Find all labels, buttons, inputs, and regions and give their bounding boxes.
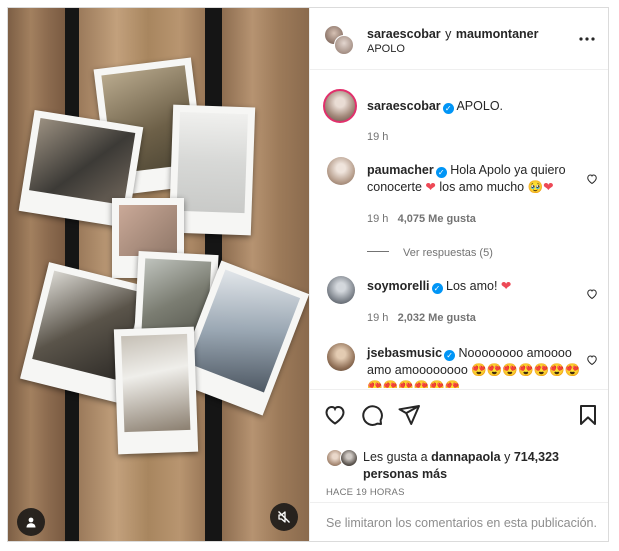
comment-username[interactable]: jsebasmusic <box>367 346 442 360</box>
share-button[interactable] <box>397 403 421 427</box>
likes-summary: Les gusta a dannapaola y 714,323 persona… <box>363 449 598 483</box>
likes-prefix: Les gusta a <box>363 450 428 464</box>
verified-badge-icon: ✓ <box>431 283 443 294</box>
comment-username[interactable]: paumacher <box>367 163 434 177</box>
comment-like-button[interactable] <box>586 172 598 185</box>
comment-body: Los amo! <box>446 279 498 293</box>
more-options-button[interactable] <box>578 32 596 44</box>
red-heart-emoji: ❤ <box>425 180 436 194</box>
heart-icon <box>587 174 597 185</box>
heart-icon <box>587 289 597 300</box>
comment-text: jsebasmusic ✓ Noooooooo amoooo amo amoooo… <box>367 345 585 388</box>
send-icon <box>398 405 420 425</box>
view-replies-button[interactable]: Ver respuestas (5) <box>367 243 493 261</box>
post-header: saraescobar y maumontaner APOLO <box>310 8 608 70</box>
bookmark-icon <box>580 405 596 425</box>
comment-time: 19 h <box>367 312 389 324</box>
verified-badge-icon: ✓ <box>442 103 454 114</box>
more-horizontal-icon <box>579 37 595 41</box>
verified-badge-icon: ✓ <box>444 350 456 361</box>
comment-text: paumacher ✓ Hola Apolo ya quiero conocert… <box>367 162 585 196</box>
header-authors: saraescobar y maumontaner <box>367 25 538 43</box>
comment-username[interactable]: soymorelli <box>367 279 430 293</box>
caption-text: saraescobar ✓ APOLO. <box>367 98 585 115</box>
comment-username[interactable]: saraescobar <box>367 99 441 113</box>
instagram-post: saraescobar y maumontaner APOLO saraesco… <box>7 7 609 542</box>
caption-body: APOLO. <box>456 99 504 113</box>
comment-time: 19 h <box>367 213 389 225</box>
comment-item: soymorelli ✓ Los amo! ❤ 19 h 2,032 Me gus… <box>323 274 598 330</box>
heart-icon <box>587 355 597 366</box>
comment-text: soymorelli ✓ Los amo! ❤ <box>367 278 585 295</box>
author-connector: y <box>445 27 452 41</box>
red-heart-emoji: ❤ <box>543 180 554 194</box>
mute-button[interactable] <box>270 503 298 531</box>
avatar[interactable] <box>327 157 355 185</box>
post-audio-label[interactable]: APOLO <box>367 43 405 55</box>
caption-time: 19 h <box>367 131 389 143</box>
comment-button[interactable] <box>360 403 384 427</box>
comment-item: jsebasmusic ✓ Noooooooo amoooo amo amoooo… <box>323 343 598 388</box>
author-username[interactable]: saraescobar <box>367 27 441 41</box>
avatar[interactable] <box>334 35 354 55</box>
comment-likes[interactable]: 4,075 Me gusta <box>398 213 476 225</box>
verified-badge-icon: ✓ <box>435 167 447 178</box>
comment-likes[interactable]: 2,032 Me gusta <box>398 312 476 324</box>
likes-user[interactable]: dannapaola <box>431 450 500 464</box>
like-button[interactable] <box>323 403 347 427</box>
comment-meta: 19 h 4,075 Me gusta <box>367 213 476 225</box>
save-button[interactable] <box>576 403 600 427</box>
comments-list: saraescobar ✓ APOLO. 19 h paumacher ✓ Hola… <box>310 71 608 388</box>
post-image[interactable] <box>8 8 309 541</box>
comment-like-button[interactable] <box>586 287 598 300</box>
likes-connector: y <box>504 450 511 464</box>
comment-body-end: los amo mucho 🥹 <box>435 180 544 194</box>
tagged-users-button[interactable] <box>17 508 45 536</box>
replies-line <box>367 251 389 253</box>
comment-icon <box>362 405 383 426</box>
view-replies-label: Ver respuestas (5) <box>403 247 493 259</box>
caption: saraescobar ✓ APOLO. 19 h <box>323 89 598 149</box>
comments-disabled-bar: Se limitaron los comentarios en esta pub… <box>310 502 608 541</box>
heart-icon <box>325 405 345 425</box>
comment-item: paumacher ✓ Hola Apolo ya quiero conocert… <box>323 157 598 259</box>
comments-limited-notice: Se limitaron los comentarios en esta pub… <box>326 516 597 530</box>
avatar[interactable] <box>327 343 355 371</box>
author-username[interactable]: maumontaner <box>456 27 539 41</box>
avatar[interactable] <box>323 89 357 123</box>
speaker-muted-icon <box>278 511 290 523</box>
post-timestamp[interactable]: HACE 19 HORAS <box>326 487 405 498</box>
post-sidebar: saraescobar y maumontaner APOLO saraesco… <box>309 8 608 541</box>
red-heart-emoji: ❤ <box>500 279 512 293</box>
polaroid-photo <box>113 326 199 455</box>
user-icon <box>26 517 36 528</box>
avatar[interactable] <box>327 276 355 304</box>
comment-like-button[interactable] <box>586 353 598 366</box>
comment-meta: 19 h 2,032 Me gusta <box>367 312 476 324</box>
avatar[interactable] <box>340 449 358 467</box>
